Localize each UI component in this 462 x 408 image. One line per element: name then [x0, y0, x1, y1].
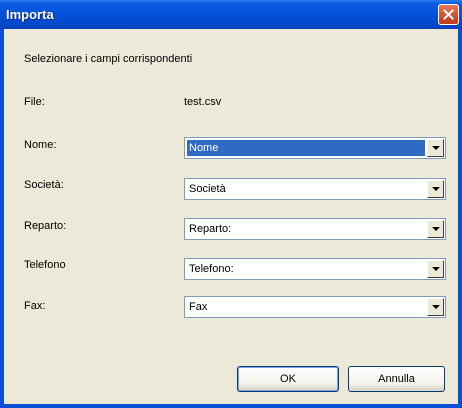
select-telefono[interactable]: Telefono:: [184, 258, 446, 280]
select-fax-dropdown-button[interactable]: [427, 298, 444, 316]
title-bar[interactable]: Importa: [0, 0, 462, 29]
select-reparto-value: Reparto:: [189, 223, 232, 235]
field-label-nome: Nome:: [24, 139, 57, 151]
select-fax-value: Fax: [189, 301, 208, 313]
close-icon: [443, 9, 454, 20]
select-telefono-value: Telefono:: [189, 263, 234, 275]
chevron-down-icon: [431, 146, 440, 150]
dialog-body: Selezionare i campi corrispondenti File:…: [4, 29, 458, 404]
instruction-text: Selezionare i campi corrispondenti: [24, 53, 193, 65]
select-telefono-dropdown-button[interactable]: [427, 260, 444, 278]
dialog-window: Importa Selezionare i campi corrisponden…: [0, 0, 462, 408]
select-nome-dropdown-button[interactable]: [427, 139, 444, 157]
ok-button[interactable]: OK: [237, 366, 339, 392]
file-value: test.csv: [184, 96, 222, 108]
field-label-reparto: Reparto:: [24, 220, 67, 232]
select-fax[interactable]: Fax: [184, 296, 446, 318]
window-title: Importa: [6, 7, 54, 22]
select-societa-value: Società: [189, 183, 226, 195]
select-societa-dropdown-button[interactable]: [427, 180, 444, 198]
close-button[interactable]: [438, 4, 459, 25]
field-label-telefono: Telefono: [24, 259, 66, 271]
chevron-down-icon: [431, 267, 440, 271]
chevron-down-icon: [431, 187, 440, 191]
select-reparto-dropdown-button[interactable]: [427, 220, 444, 238]
select-societa[interactable]: Società: [184, 178, 446, 200]
file-label: File:: [24, 96, 45, 108]
chevron-down-icon: [431, 305, 440, 309]
select-reparto[interactable]: Reparto:: [184, 218, 446, 240]
field-label-societa: Società:: [24, 179, 64, 191]
select-nome-value: Nome: [187, 140, 425, 156]
field-label-fax: Fax:: [24, 300, 46, 312]
chevron-down-icon: [431, 227, 440, 231]
cancel-button[interactable]: Annulla: [348, 366, 445, 392]
select-nome[interactable]: Nome: [184, 137, 446, 159]
